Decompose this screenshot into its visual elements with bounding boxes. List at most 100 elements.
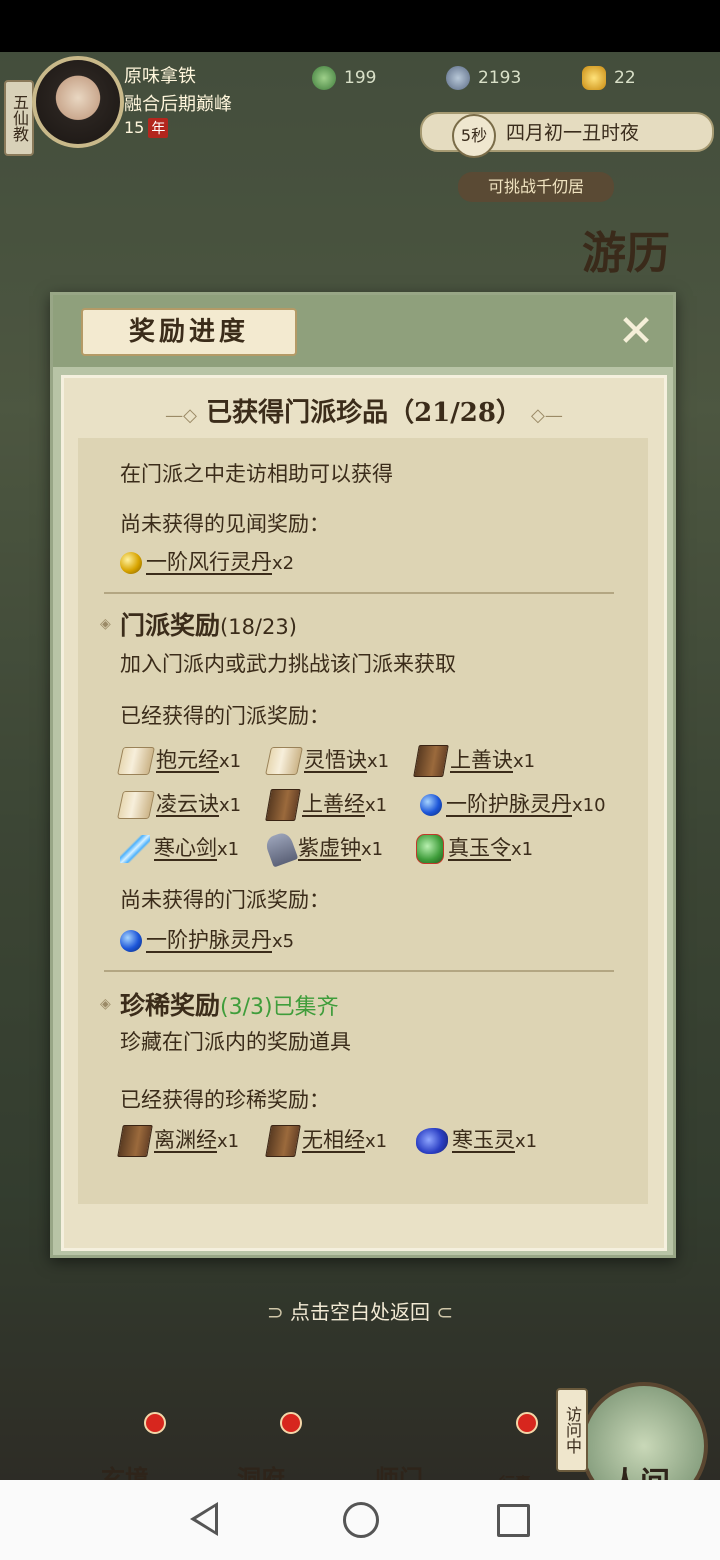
- resource-gold-value: 22: [614, 68, 636, 88]
- player-age: 15 年: [124, 118, 169, 138]
- reward-item[interactable]: 抱元经x1: [117, 744, 241, 775]
- reward-item[interactable]: 上善诀x1: [413, 744, 535, 777]
- blue-pill-icon: [420, 794, 442, 816]
- nav-label: 洞府: [237, 1464, 285, 1480]
- item-name: 上善诀: [450, 748, 513, 772]
- resource-coin[interactable]: 2193: [446, 66, 521, 90]
- item-name: 上善经: [302, 792, 365, 816]
- blue-pill-icon: [120, 930, 142, 952]
- nav-xingnang[interactable]: 行囊: [470, 1412, 560, 1480]
- item-name: 真玉令: [448, 836, 511, 860]
- reward-item[interactable]: 真玉令x1: [416, 832, 533, 864]
- nav-dongfu[interactable]: 洞府: [206, 1412, 316, 1480]
- section-divider: [104, 592, 614, 594]
- back-hint-text: 点击空白处返回: [290, 1300, 430, 1324]
- diamond-icon: ◈: [100, 616, 111, 632]
- pending-jianwen-label: 尚未获得的见闻奖励：: [120, 512, 330, 536]
- jade-swirl-icon: [312, 66, 336, 90]
- diamond-icon: ◈: [100, 996, 111, 1012]
- sect-tag[interactable]: 五仙教: [4, 80, 34, 156]
- reward-item[interactable]: 寒玉灵x1: [416, 1124, 537, 1154]
- item-qty: x1: [367, 751, 390, 772]
- section-divider: [104, 970, 614, 972]
- item-qty: x1: [217, 839, 240, 860]
- reward-item[interactable]: 紫虚钟x1: [263, 830, 384, 868]
- player-name: 原味拿铁: [124, 66, 196, 87]
- notification-dot: [280, 1412, 302, 1434]
- sect-reward-title: 门派奖励(18/23): [120, 606, 297, 642]
- subtitle-left-ornament: —◇: [165, 405, 197, 426]
- rare-reward-count: (3/3): [220, 995, 273, 1020]
- item-name: 紫虚钟: [298, 836, 361, 860]
- sect-reward-count: (18/23): [220, 615, 297, 639]
- item-qty: x1: [511, 839, 534, 860]
- scroll-icon: [117, 747, 155, 775]
- item-name: 一阶风行灵丹: [146, 550, 272, 574]
- nav-shimen[interactable]: 师门: [344, 1412, 454, 1480]
- timer-seconds: 5秒: [452, 114, 496, 158]
- status-bar: [0, 0, 720, 52]
- jade-token-icon: [416, 834, 444, 864]
- rare-reward-status: 已集齐: [272, 995, 339, 1020]
- item-qty: x2: [272, 553, 295, 574]
- reward-item[interactable]: 一阶护脉灵丹x5: [120, 924, 294, 954]
- item-name: 一阶护脉灵丹: [146, 928, 272, 952]
- book-icon: [265, 789, 301, 821]
- item-name: 无相经: [302, 1128, 365, 1152]
- scroll-icon: [117, 791, 155, 819]
- challenge-button[interactable]: 可挑战千仞居: [458, 172, 614, 202]
- item-qty: x1: [217, 1131, 240, 1152]
- resource-gold[interactable]: 22: [582, 66, 636, 90]
- rare-reward-title-text: 珍稀奖励: [120, 991, 221, 1020]
- back-icon-inner: [196, 1507, 215, 1531]
- system-nav-bar: [0, 1480, 720, 1560]
- reward-item[interactable]: 离渊经x1: [117, 1124, 240, 1157]
- game-date: 四月初一丑时夜: [506, 122, 640, 144]
- coin-icon: [446, 66, 470, 90]
- nav-xuanjing[interactable]: 玄境: [70, 1412, 180, 1480]
- avatar[interactable]: [32, 56, 124, 148]
- item-qty: x1: [365, 1131, 388, 1152]
- item-qty: x1: [365, 795, 388, 816]
- reward-progress-dialog: 奖励进度 ✕ —◇ 已获得门派珍品（21/28） ◇— 在门派之中走访相助可以获…: [50, 292, 676, 1258]
- reward-item[interactable]: 凌云诀x1: [117, 788, 241, 819]
- age-unit-badge: 年: [148, 118, 169, 138]
- book-icon: [117, 1125, 153, 1157]
- item-qty: x1: [515, 1131, 538, 1152]
- resource-coin-value: 2193: [478, 68, 522, 88]
- item-qty: x1: [361, 839, 384, 860]
- rare-obtained-label: 已经获得的珍稀奖励：: [120, 1088, 330, 1112]
- sect-reward-desc: 加入门派内或武力挑战该门派来获取: [120, 652, 456, 676]
- item-qty: x10: [572, 795, 606, 816]
- reward-item[interactable]: 寒心剑x1: [120, 832, 239, 863]
- reward-item[interactable]: 无相经x1: [265, 1124, 388, 1157]
- bell-icon: [263, 830, 299, 868]
- nav-label: 师门: [375, 1464, 423, 1480]
- book-icon: [413, 745, 449, 777]
- item-name: 凌云诀: [156, 792, 219, 816]
- resource-jade[interactable]: 199: [312, 66, 376, 90]
- nav-label: 玄境: [101, 1464, 149, 1480]
- close-icon[interactable]: ✕: [613, 309, 659, 355]
- youli-button[interactable]: 游历: [582, 217, 702, 297]
- home-icon[interactable]: [343, 1502, 379, 1538]
- gold-ingot-icon: [582, 66, 606, 90]
- nav-label: 人间: [580, 1458, 700, 1480]
- intro-text: 在门派之中走访相助可以获得: [120, 462, 393, 486]
- reward-item[interactable]: 一阶护脉灵丹x10: [420, 788, 606, 818]
- player-age-value: 15: [124, 118, 145, 137]
- item-name: 灵悟诀: [304, 748, 367, 772]
- item-name: 抱元经: [156, 748, 219, 772]
- dialog-title: 奖励进度: [81, 308, 297, 356]
- reward-item[interactable]: 灵悟诀x1: [265, 744, 390, 775]
- item-name: 离渊经: [154, 1128, 217, 1152]
- reward-item[interactable]: 一阶风行灵丹x2: [120, 546, 294, 576]
- nav-label: 行囊: [470, 1470, 560, 1480]
- recents-icon[interactable]: [497, 1504, 530, 1537]
- tap-to-return-hint: ⊃ 点击空白处返回 ⊂: [0, 1296, 720, 1325]
- cloud-jade-icon: [416, 1128, 448, 1154]
- rare-reward-desc: 珍藏在门派内的奖励道具: [120, 1030, 351, 1054]
- item-name: 寒心剑: [154, 836, 217, 860]
- reward-item[interactable]: 上善经x1: [265, 788, 388, 821]
- notification-dot: [516, 1412, 538, 1434]
